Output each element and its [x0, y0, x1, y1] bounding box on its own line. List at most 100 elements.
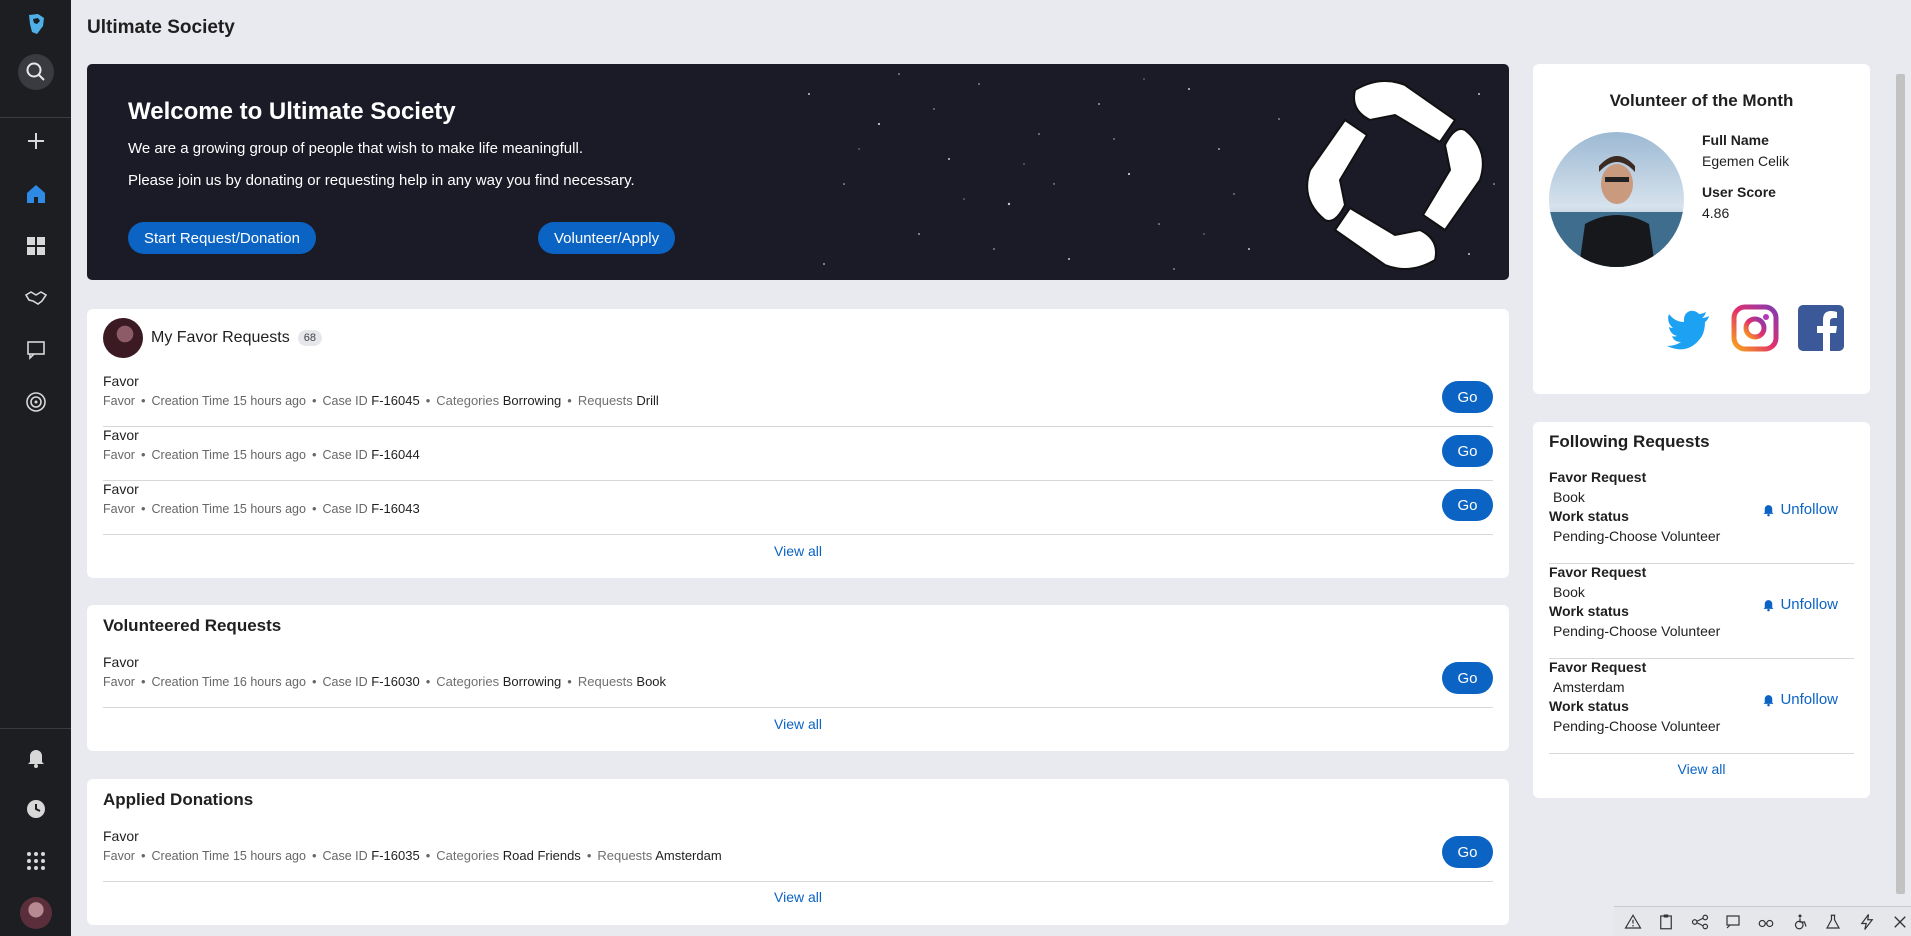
item-meta: Favor • Creation Time 15 hours ago • Case ID…: [103, 447, 420, 462]
case-label: Case ID: [322, 502, 368, 516]
page-title: Ultimate Society: [87, 17, 235, 38]
go-button[interactable]: Go: [1442, 435, 1493, 467]
work-status-value: Pending-Choose Volunteer: [1553, 528, 1721, 544]
start-request-donation-button[interactable]: Start Request/Donation: [128, 222, 316, 254]
creation-label: Creation Time: [151, 675, 230, 689]
favor-request-value: Book: [1553, 489, 1585, 505]
unfollow-button[interactable]: Unfollow: [1761, 501, 1838, 518]
sidebar: [0, 0, 71, 936]
history-icon[interactable]: [0, 785, 71, 833]
requests-label: Requests: [577, 393, 633, 408]
search-button[interactable]: [0, 48, 71, 96]
unfollow-button[interactable]: Unfollow: [1761, 596, 1838, 613]
glasses-icon[interactable]: [1756, 911, 1777, 933]
twitter-icon[interactable]: [1665, 304, 1713, 352]
unfollow-button[interactable]: Unfollow: [1761, 691, 1838, 708]
card-title: Applied Donations: [103, 790, 254, 809]
list-item: Favor Request Book Work status Pending-C…: [1549, 469, 1854, 564]
flask-icon[interactable]: [1823, 911, 1844, 933]
creation-value: 15 hours ago: [232, 849, 306, 863]
case-id: F-16045: [371, 393, 420, 408]
go-button[interactable]: Go: [1442, 489, 1493, 521]
favor-request-value: Amsterdam: [1553, 679, 1625, 695]
request-value: Amsterdam: [655, 848, 722, 863]
item-meta: Favor • Creation Time 15 hours ago • Case ID…: [103, 848, 722, 863]
bolt-icon[interactable]: [1856, 911, 1877, 933]
warning-icon[interactable]: [1622, 911, 1643, 933]
view-all-link[interactable]: View all: [1533, 761, 1870, 777]
favor-request-label: Favor Request: [1549, 659, 1647, 675]
volunteer-apply-button[interactable]: Volunteer/Apply: [538, 222, 676, 254]
requests-label: Requests: [577, 674, 633, 689]
apps-icon[interactable]: [0, 837, 71, 885]
item-type: Favor: [103, 448, 135, 462]
clipboard-icon[interactable]: [1655, 911, 1676, 933]
item-title: Favor: [103, 828, 139, 844]
categories-label: Categories: [436, 393, 500, 408]
creation-label: Creation Time: [151, 849, 230, 863]
banner-line-2: Please join us by donating or requesting…: [128, 172, 635, 189]
item-meta: Favor • Creation Time 15 hours ago • Case ID…: [103, 393, 659, 408]
bell-icon: [1763, 600, 1774, 612]
category-value: Borrowing: [502, 674, 562, 689]
work-status-label: Work status: [1549, 508, 1629, 524]
target-icon[interactable]: [0, 378, 71, 426]
item-title: Favor: [103, 427, 139, 443]
scrollbar-thumb[interactable]: [1896, 74, 1905, 894]
item-title: Favor: [103, 481, 139, 497]
dashboard-icon[interactable]: [0, 222, 71, 270]
card-title: My Favor Requests 68: [151, 329, 322, 347]
view-all-link[interactable]: View all: [87, 716, 1509, 732]
requests-label: Requests: [597, 848, 653, 863]
bell-icon[interactable]: [0, 733, 71, 781]
plus-icon[interactable]: [0, 117, 71, 165]
creation-value: 15 hours ago: [232, 502, 306, 516]
request-value: Drill: [636, 393, 659, 408]
favor-request-value: Book: [1553, 584, 1585, 600]
user-menu[interactable]: [0, 889, 71, 936]
close-icon[interactable]: [1890, 911, 1911, 933]
go-button[interactable]: Go: [1442, 662, 1493, 694]
list-item: Favor Request Amsterdam Work status Pend…: [1549, 659, 1854, 754]
facebook-icon[interactable]: [1797, 304, 1845, 352]
handshake-icon[interactable]: [0, 274, 71, 322]
go-button[interactable]: Go: [1442, 381, 1493, 413]
view-all-link[interactable]: View all: [87, 889, 1509, 905]
card-title-text: My Favor Requests: [151, 329, 290, 346]
case-label: Case ID: [322, 849, 368, 863]
instagram-icon[interactable]: [1731, 304, 1779, 352]
logo-icon[interactable]: [0, 0, 71, 48]
case-id: F-16030: [371, 674, 420, 689]
chat-icon[interactable]: [0, 325, 71, 373]
share-icon[interactable]: [1689, 911, 1710, 933]
go-button[interactable]: Go: [1442, 836, 1493, 868]
item-title: Favor: [103, 654, 139, 670]
volunteer-of-month-card: Volunteer of the Month Full Name Egemen …: [1533, 64, 1870, 394]
view-all-link[interactable]: View all: [87, 543, 1509, 559]
accessibility-icon[interactable]: [1789, 911, 1810, 933]
avatar: [103, 318, 143, 358]
home-icon[interactable]: [0, 170, 71, 218]
list-item: Favor Favor • Creation Time 15 hours ago • C…: [103, 427, 1493, 481]
following-requests-card: Following Requests Favor Request Book Wo…: [1533, 422, 1870, 798]
count-badge: 68: [297, 329, 322, 346]
list-item: Favor Favor • Creation Time 15 hours ago • C…: [103, 373, 1493, 427]
unfollow-label: Unfollow: [1780, 501, 1838, 518]
screen-icon[interactable]: [1722, 911, 1743, 933]
applied-donations-card: Applied Donations Favor Favor • Creation T…: [87, 779, 1509, 925]
favor-request-label: Favor Request: [1549, 469, 1647, 485]
developer-toolbar: [1614, 906, 1911, 936]
work-status-value: Pending-Choose Volunteer: [1553, 623, 1721, 639]
card-title: Volunteer of the Month: [1609, 91, 1794, 110]
page-scrollbar[interactable]: [1894, 64, 1906, 906]
welcome-banner: Welcome to Ultimate Society We are a gro…: [87, 64, 1509, 280]
categories-label: Categories: [436, 674, 500, 689]
case-label: Case ID: [322, 448, 368, 462]
item-type: Favor: [103, 849, 135, 863]
categories-label: Categories: [436, 848, 500, 863]
list-item: Favor Favor • Creation Time 15 hours ago • C…: [103, 828, 1493, 882]
work-status-label: Work status: [1549, 603, 1629, 619]
volunteer-photo: [1549, 132, 1684, 267]
card-title: Volunteered Requests: [103, 616, 282, 635]
category-value: Borrowing: [502, 393, 562, 408]
